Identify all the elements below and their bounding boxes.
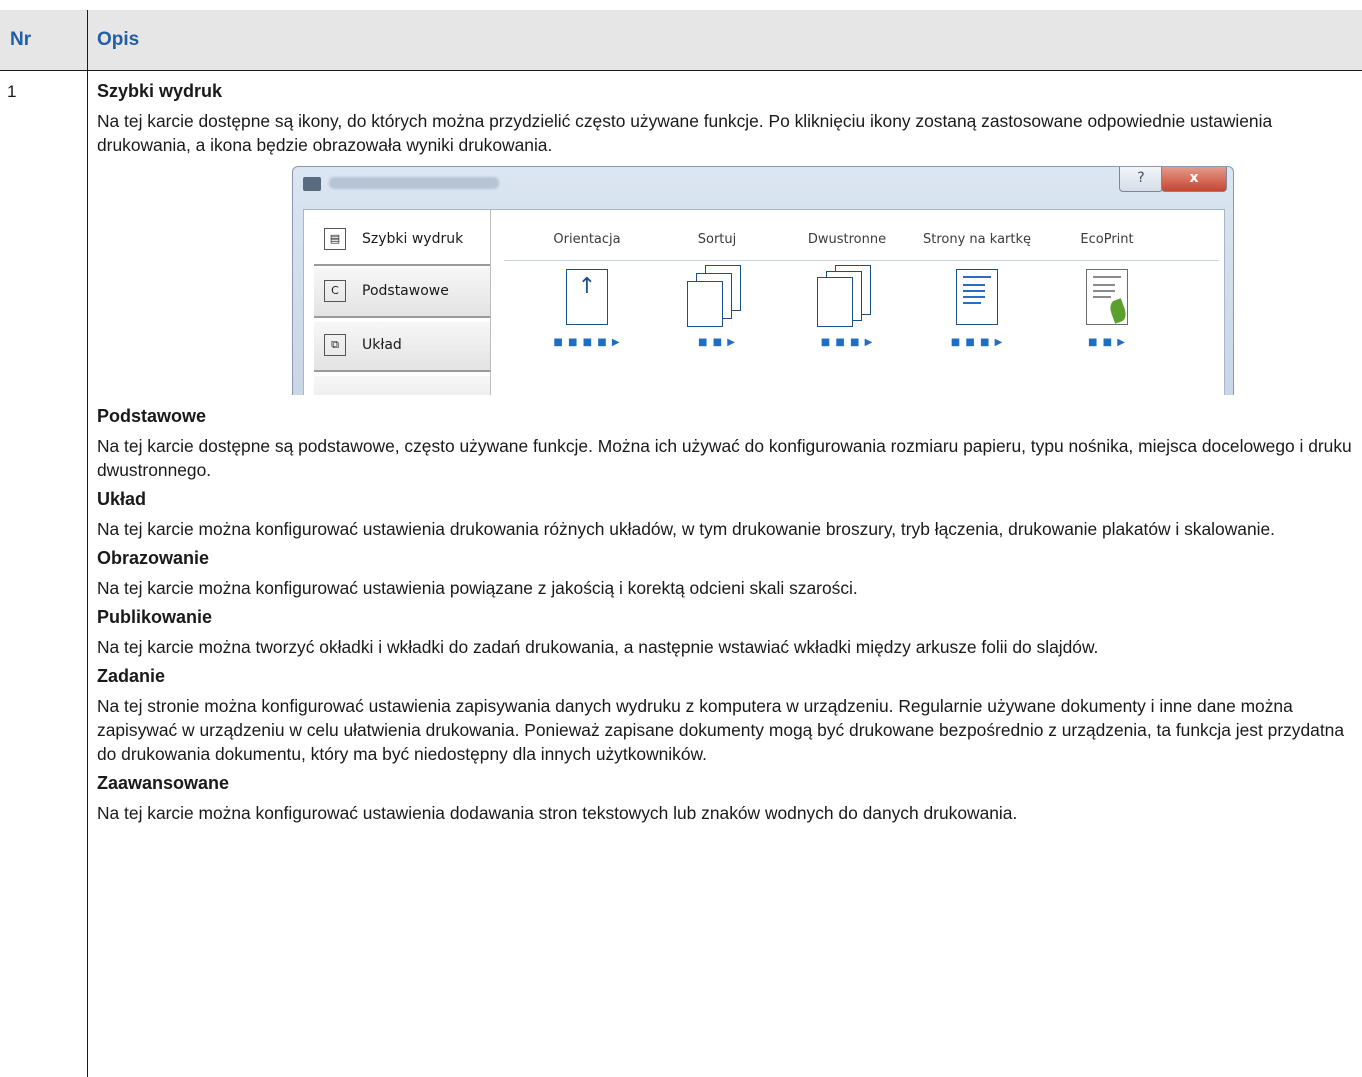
tab-quick-print[interactable]: ▤ Szybki wydruk	[314, 216, 490, 266]
option-selector[interactable]: ■ ■ ■ ■ ▶	[522, 337, 652, 348]
pages-per-sheet-icon	[947, 265, 1007, 329]
basic-icon: C	[324, 280, 346, 302]
section-title-publishing: Publikowanie	[97, 607, 213, 627]
leaf-icon	[1107, 298, 1129, 324]
option-label: Strony na kartkę	[923, 232, 1031, 247]
tab-label: Podstawowe	[362, 283, 449, 299]
quick-print-icon: ▤	[324, 228, 346, 250]
tab-label: Szybki wydruk	[362, 231, 464, 247]
option-label: Sortuj	[697, 232, 737, 247]
close-button[interactable]: x	[1161, 167, 1227, 192]
section-title-basic: Podstawowe	[97, 406, 207, 426]
option-selector[interactable]: ■ ■ ▶	[652, 337, 782, 348]
section-text-quick-print: Na tej karcie dostępne są ikony, do któr…	[97, 111, 1273, 155]
section-text-job: Na tej stronie można konfigurować ustawi…	[97, 696, 1345, 764]
dialog-body: ▤ Szybki wydruk C Podstawowe ⧉ Układ Ori…	[303, 209, 1225, 395]
section-title-job: Zadanie	[97, 666, 166, 686]
column-divider	[87, 10, 88, 1077]
section-text-basic: Na tej karcie dostępne są podstawowe, cz…	[97, 436, 1352, 480]
section-text-publishing: Na tej karcie można tworzyć okładki i wk…	[97, 637, 1099, 657]
column-header-opis: Opis	[97, 29, 140, 50]
description-cell: Szybki wydruk Na tej karcie dostępne są …	[97, 80, 1359, 831]
option-selector[interactable]: ■ ■ ▶	[1042, 337, 1172, 348]
collate-icon	[687, 265, 747, 329]
option-orientation[interactable]: Orientacja ↑ ■ ■ ■ ■ ▶	[522, 232, 652, 348]
printer-icon	[303, 177, 321, 191]
option-collate[interactable]: Sortuj ■ ■ ▶	[652, 232, 782, 348]
printing-preferences-dialog-screenshot: ? x ▤ Szybki wydruk C Podstawowe ⧉ Układ…	[292, 166, 1234, 395]
section-title-layout: Układ	[97, 489, 147, 509]
duplex-icon	[817, 265, 877, 329]
section-text-imaging: Na tej karcie można konfigurować ustawie…	[97, 578, 858, 598]
dialog-titlebar	[303, 173, 321, 195]
layout-icon: ⧉	[324, 334, 346, 356]
table-header: Nr Opis	[0, 10, 1362, 71]
orientation-icon: ↑	[557, 265, 617, 329]
help-button[interactable]: ?	[1119, 167, 1163, 192]
tab-label: Układ	[362, 337, 402, 353]
option-duplex[interactable]: Dwustronne ■ ■ ■ ▶	[782, 232, 912, 348]
section-title-quick-print: Szybki wydruk	[97, 81, 223, 101]
tab-layout[interactable]: ⧉ Układ	[314, 322, 491, 372]
tab-basic[interactable]: C Podstawowe	[314, 268, 491, 318]
tab-next[interactable]	[314, 376, 491, 395]
column-header-nr: Nr	[10, 29, 32, 50]
row-number: 1	[7, 82, 17, 101]
ecoprint-icon	[1077, 265, 1137, 329]
option-pages-per-sheet[interactable]: Strony na kartkę ■ ■ ■ ▶	[912, 232, 1042, 348]
option-selector[interactable]: ■ ■ ■ ▶	[912, 337, 1042, 348]
option-label: Orientacja	[553, 232, 621, 247]
section-text-advanced: Na tej karcie można konfigurować ustawie…	[97, 803, 1018, 823]
option-label: EcoPrint	[1080, 232, 1134, 247]
option-ecoprint[interactable]: EcoPrint ■ ■ ▶	[1042, 232, 1172, 348]
section-title-imaging: Obrazowanie	[97, 548, 210, 568]
section-title-advanced: Zaawansowane	[97, 773, 230, 793]
section-text-layout: Na tej karcie można konfigurować ustawie…	[97, 519, 1275, 539]
dialog-title-blurred	[329, 177, 499, 189]
option-selector[interactable]: ■ ■ ■ ▶	[782, 337, 912, 348]
option-label: Dwustronne	[807, 232, 887, 247]
